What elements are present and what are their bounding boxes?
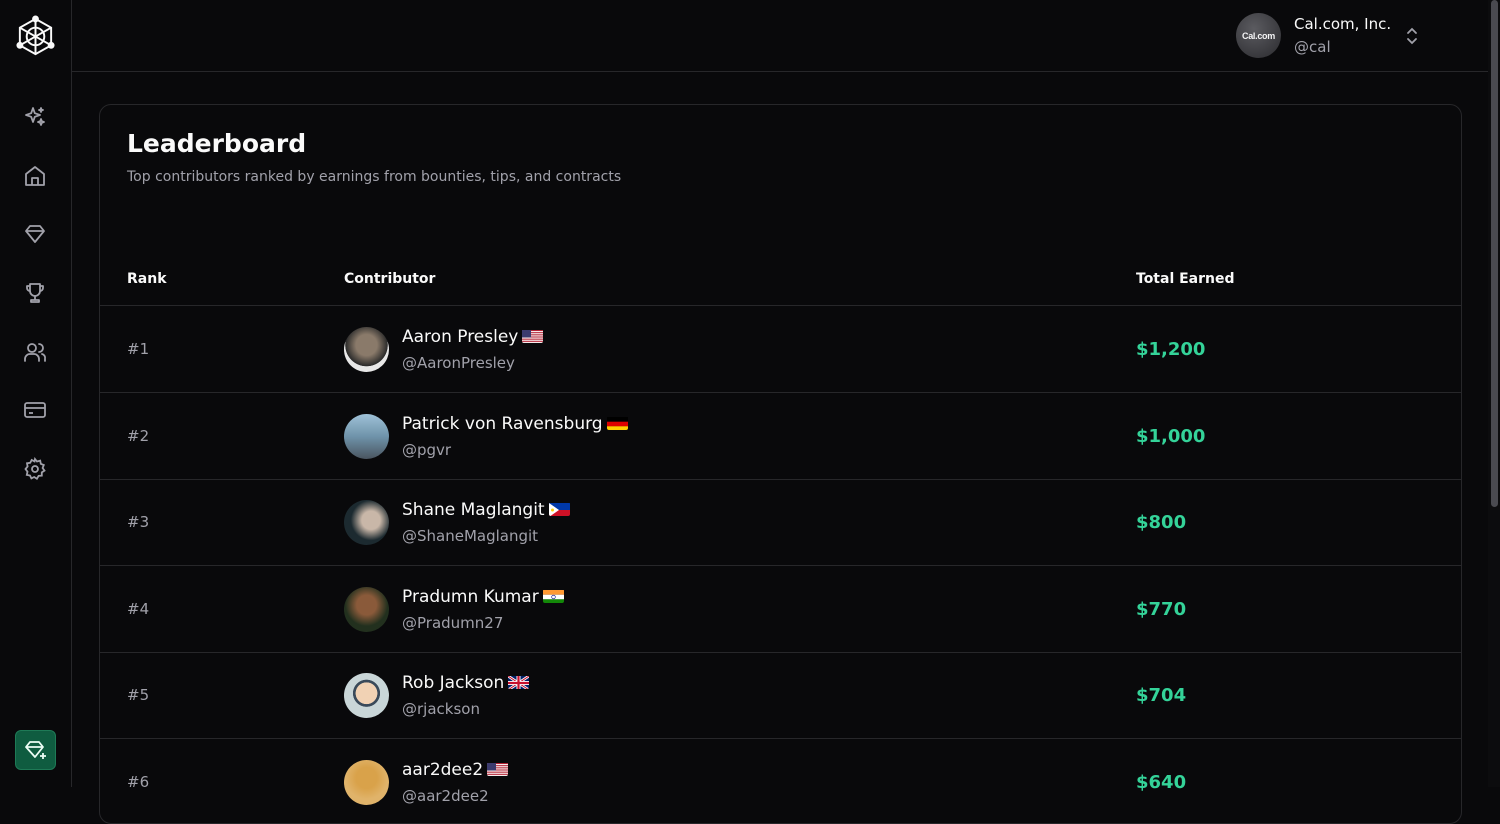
contributor-name-text: Shane Maglangit [402,500,545,520]
org-avatar: Cal.com [1236,13,1281,58]
total-earned-value: $640 [1136,772,1186,793]
sparkles-icon[interactable] [21,103,49,131]
sidebar [0,0,72,787]
contributor-name[interactable]: Aaron Presley [402,327,543,347]
top-bar: Cal.com Cal.com, Inc. @cal [72,0,1488,72]
table-row[interactable]: #2 Patrick von Ravensburg @pgvr $1,000 [100,393,1461,480]
flag-icon [543,589,564,603]
algora-logo[interactable] [14,15,57,58]
contributor-handle: @rjackson [402,700,480,718]
total-earned-value: $770 [1136,599,1186,620]
contributor-name[interactable]: aar2dee2 [402,760,508,780]
contributor-name-text: Rob Jackson [402,673,504,693]
table-row[interactable]: #3 Shane Maglangit @ShaneMaglangit $800 [100,479,1461,566]
avatar[interactable] [344,587,389,632]
tag-icon[interactable] [21,220,49,248]
page-title: Leaderboard [127,129,306,158]
gear-icon[interactable] [21,455,49,483]
avatar[interactable] [344,500,389,545]
tag-plus-icon [24,738,48,762]
page-subtitle: Top contributors ranked by earnings from… [127,169,621,185]
rank-cell: #5 [127,686,149,704]
home-icon[interactable] [21,162,49,190]
rank-header: Rank [127,271,167,287]
table-row[interactable]: #4 Pradumn Kumar @Pradumn27 $770 [100,566,1461,653]
contributor-name[interactable]: Rob Jackson [402,673,529,693]
total-earned-header: Total Earned [1136,271,1235,287]
contributor-handle: @ShaneMaglangit [402,527,538,545]
flag-icon [522,329,543,343]
avatar[interactable] [344,673,389,718]
contributor-name-text: Pradumn Kumar [402,587,539,607]
flag-icon [487,762,508,776]
contributor-handle: @pgvr [402,441,451,459]
rank-cell: #1 [127,340,149,358]
flag-icon [549,502,570,516]
users-icon[interactable] [21,338,49,366]
table-row[interactable]: #1 Aaron Presley @AaronPresley $1,200 [100,306,1461,393]
org-handle: @cal [1294,38,1331,56]
contributor-header: Contributor [344,271,435,287]
org-name: Cal.com, Inc. [1294,15,1391,33]
contributor-name[interactable]: Patrick von Ravensburg [402,414,628,434]
avatar[interactable] [344,760,389,805]
total-earned-value: $800 [1136,512,1186,533]
avatar[interactable] [344,414,389,459]
chevrons-up-down-icon [1404,24,1420,48]
rank-cell: #6 [127,773,149,791]
contributor-name[interactable]: Pradumn Kumar [402,587,564,607]
contributor-name-text: Aaron Presley [402,327,518,347]
flag-icon [607,416,628,430]
total-earned-value: $704 [1136,685,1186,706]
contributor-name-text: Patrick von Ravensburg [402,414,603,434]
rank-cell: #2 [127,427,149,445]
contributor-name-text: aar2dee2 [402,760,483,780]
credit-card-icon[interactable] [21,396,49,424]
contributor-handle: @AaronPresley [402,354,515,372]
scrollbar[interactable] [1488,0,1500,787]
contributor-handle: @aar2dee2 [402,787,489,805]
table-row[interactable]: #6 aar2dee2 @aar2dee2 $640 [100,739,1461,824]
total-earned-value: $1,000 [1136,426,1205,447]
leaderboard-card: Leaderboard Top contributors ranked by e… [99,104,1462,824]
trophy-icon[interactable] [21,279,49,307]
contributor-handle: @Pradumn27 [402,614,503,632]
total-earned-value: $1,200 [1136,339,1205,360]
new-bounty-button[interactable] [15,730,56,770]
avatar[interactable] [344,327,389,372]
scrollbar-thumb[interactable] [1491,0,1498,507]
flag-icon [508,675,529,689]
table-row[interactable]: #5 Rob Jackson @rjackson $704 [100,652,1461,739]
rank-cell: #3 [127,513,149,531]
table-header: Rank Contributor Total Earned [100,257,1461,306]
org-switcher[interactable]: Cal.com Cal.com, Inc. @cal [1236,12,1436,60]
contributor-name[interactable]: Shane Maglangit [402,500,570,520]
rank-cell: #4 [127,600,149,618]
